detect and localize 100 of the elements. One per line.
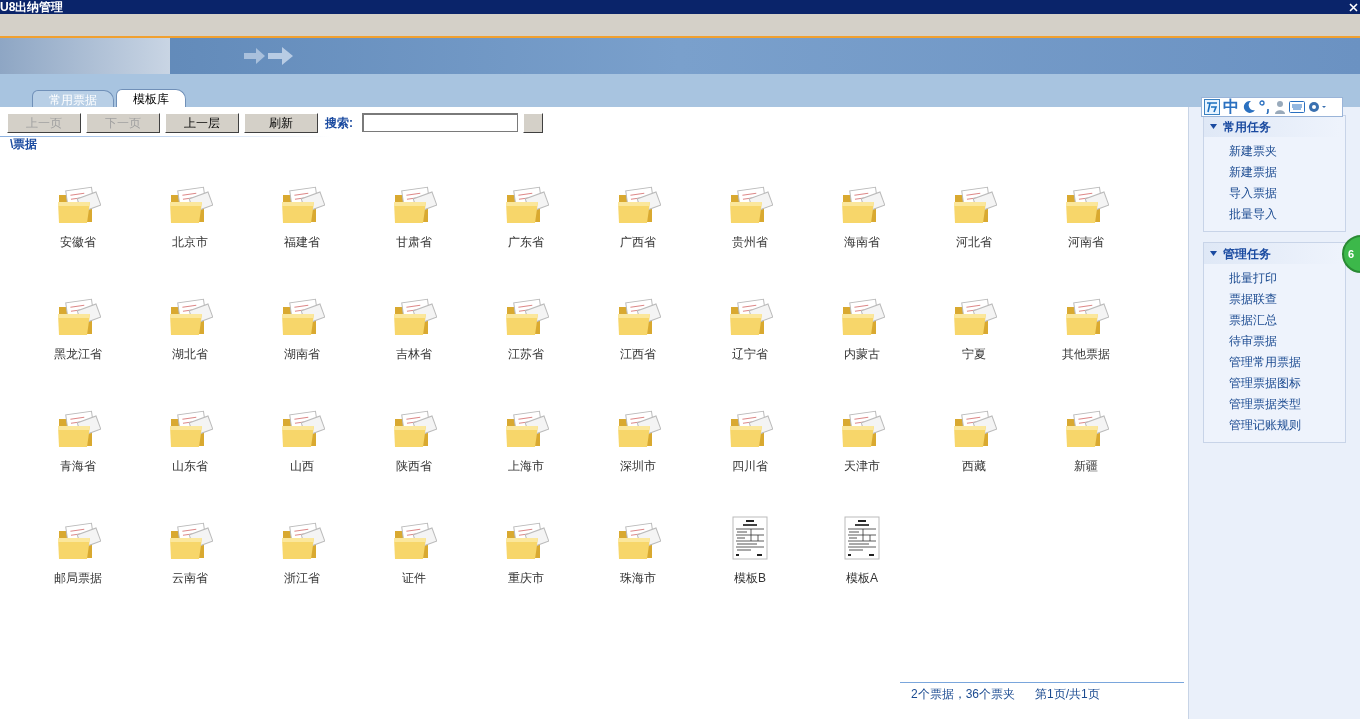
moon-icon[interactable]: [1242, 100, 1256, 114]
settings-icon[interactable]: [1308, 100, 1328, 114]
user-icon[interactable]: [1274, 100, 1286, 114]
panel-title: 管理任务: [1223, 245, 1271, 263]
folder-label: 证件: [402, 570, 426, 587]
folder-label: 云南省: [172, 570, 208, 587]
task-link[interactable]: 管理票据类型: [1229, 394, 1301, 415]
folder-icon[interactable]: [839, 297, 885, 337]
task-link[interactable]: 导入票据: [1229, 183, 1277, 204]
folder-label: 浙江省: [284, 570, 320, 587]
search-field[interactable]: [362, 113, 518, 132]
folder-icon[interactable]: [167, 185, 213, 225]
folder-icon[interactable]: [55, 297, 101, 337]
task-link[interactable]: 新建票夹: [1229, 141, 1277, 162]
search-button[interactable]: [523, 112, 543, 133]
folder-label: 重庆市: [508, 570, 544, 587]
document-icon[interactable]: [843, 515, 881, 561]
task-link[interactable]: 票据汇总: [1229, 310, 1277, 331]
folder-icon[interactable]: [279, 185, 325, 225]
folder-label: 深圳市: [620, 458, 656, 475]
folder-icon[interactable]: [167, 409, 213, 449]
window-title: U8出纳管理: [0, 0, 64, 14]
folder-icon[interactable]: [503, 409, 549, 449]
caret-icon[interactable]: [1210, 123, 1217, 130]
folder-label: 吉林省: [396, 346, 432, 363]
folder-label: 湖南省: [284, 346, 320, 363]
folder-icon[interactable]: [391, 521, 437, 561]
folder-icon[interactable]: [279, 521, 325, 561]
folder-icon[interactable]: [55, 185, 101, 225]
folder-icon[interactable]: [1063, 185, 1109, 225]
folder-icon[interactable]: [391, 297, 437, 337]
folder-icon[interactable]: [951, 297, 997, 337]
folder-icon[interactable]: [1063, 297, 1109, 337]
task-link[interactable]: 管理票据图标: [1229, 373, 1301, 394]
folder-label: 海南省: [844, 234, 880, 251]
folder-label: 山东省: [172, 458, 208, 475]
task-link[interactable]: 管理常用票据: [1229, 352, 1301, 373]
folder-icon[interactable]: [167, 297, 213, 337]
page-indicator: 第1页/共1页: [1035, 686, 1100, 703]
toolbar-button[interactable]: 刷新: [244, 112, 318, 133]
folder-label: 贵州省: [732, 234, 768, 251]
ime-mode-toggle[interactable]: 中: [1223, 99, 1239, 115]
toolbar-button[interactable]: 上一层: [165, 112, 239, 133]
folder-icon[interactable]: [727, 185, 773, 225]
folder-icon[interactable]: [503, 521, 549, 561]
caret-icon[interactable]: [1210, 250, 1217, 257]
folder-label: 西藏: [962, 458, 986, 475]
punctuation-icon[interactable]: [1259, 100, 1271, 114]
keyboard-icon[interactable]: [1289, 101, 1305, 113]
folder-icon[interactable]: [391, 185, 437, 225]
task-link[interactable]: 批量导入: [1229, 204, 1277, 225]
folder-label: 青海省: [60, 458, 96, 475]
folder-icon[interactable]: [615, 409, 661, 449]
task-link[interactable]: 管理记账规则: [1229, 415, 1301, 436]
folder-label: 辽宁省: [732, 346, 768, 363]
folder-label: 湖北省: [172, 346, 208, 363]
folder-icon[interactable]: [615, 185, 661, 225]
folder-label: 江苏省: [508, 346, 544, 363]
folder-icon[interactable]: [279, 297, 325, 337]
panel-title: 常用任务: [1223, 118, 1271, 136]
folder-label: 黑龙江省: [54, 346, 102, 363]
folder-icon[interactable]: [839, 185, 885, 225]
folder-icon[interactable]: [503, 297, 549, 337]
folder-icon[interactable]: [55, 521, 101, 561]
folder-icon[interactable]: [503, 185, 549, 225]
folder-icon[interactable]: [951, 409, 997, 449]
folder-icon[interactable]: [839, 409, 885, 449]
folder-icon[interactable]: [391, 409, 437, 449]
close-icon[interactable]: [1349, 2, 1358, 12]
folder-label: 广西省: [620, 234, 656, 251]
folder-icon[interactable]: [1063, 409, 1109, 449]
folder-label: 江西省: [620, 346, 656, 363]
folder-label: 甘肃省: [396, 234, 432, 251]
folder-icon[interactable]: [727, 297, 773, 337]
document-label: 模板B: [734, 570, 766, 587]
folder-icon[interactable]: [615, 521, 661, 561]
tab[interactable]: 模板库: [116, 89, 186, 107]
task-link[interactable]: 待审票据: [1229, 331, 1277, 352]
folder-icon[interactable]: [279, 409, 325, 449]
task-link[interactable]: 票据联查: [1229, 289, 1277, 310]
task-link[interactable]: 新建票据: [1229, 162, 1277, 183]
folder-label: 北京市: [172, 234, 208, 251]
document-label: 模板A: [846, 570, 878, 587]
folder-label: 陕西省: [396, 458, 432, 475]
folder-label: 河北省: [956, 234, 992, 251]
document-icon[interactable]: [731, 515, 769, 561]
folder-icon[interactable]: [55, 409, 101, 449]
folder-icon[interactable]: [615, 297, 661, 337]
folder-label: 福建省: [284, 234, 320, 251]
ime-logo-icon[interactable]: [1204, 99, 1220, 115]
item-count: 2个票据，36个票夹: [911, 686, 1016, 703]
folder-icon[interactable]: [951, 185, 997, 225]
folder-icon[interactable]: [727, 409, 773, 449]
folder-icon[interactable]: [167, 521, 213, 561]
task-link[interactable]: 批量打印: [1229, 268, 1277, 289]
folder-label: 安徽省: [60, 234, 96, 251]
folder-label: 广东省: [508, 234, 544, 251]
folder-label: 珠海市: [620, 570, 656, 587]
folder-path: \票据: [10, 137, 38, 151]
folder-label: 邮局票据: [54, 570, 102, 587]
